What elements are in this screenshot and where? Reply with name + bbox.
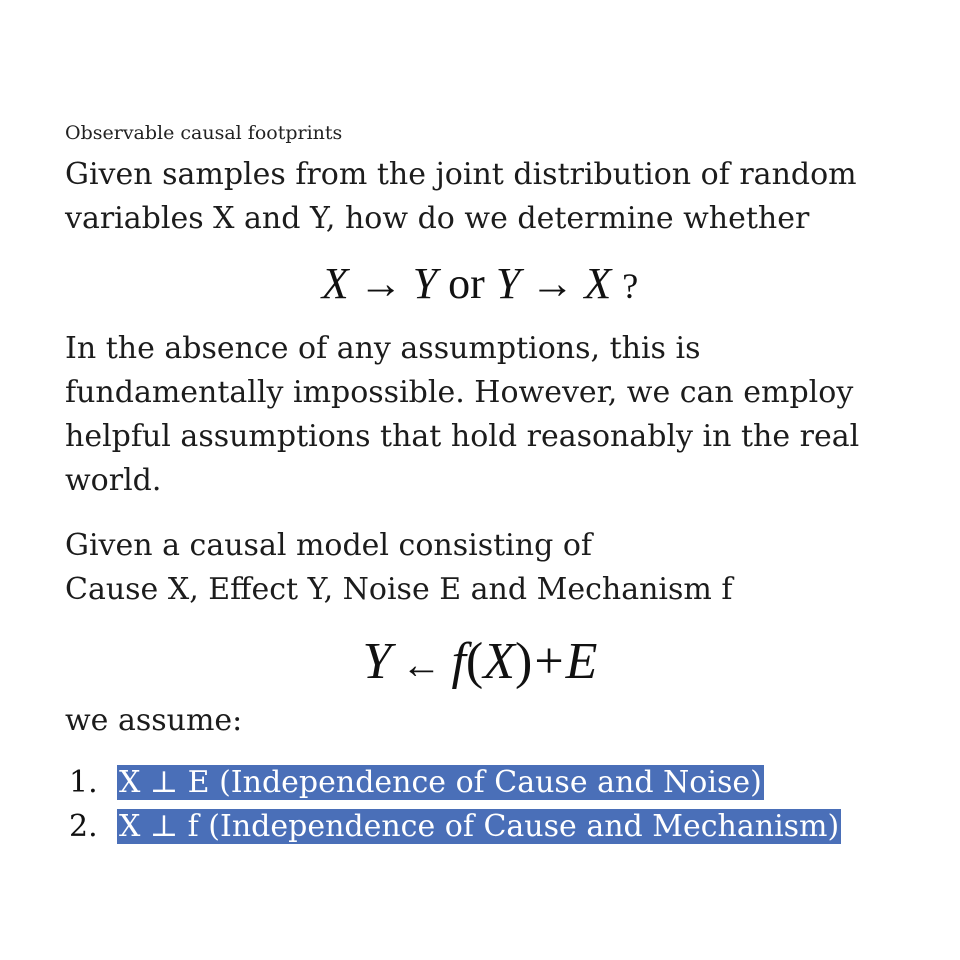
- assume-paragraph: we assume:: [65, 703, 243, 738]
- eq2-f: f: [451, 633, 466, 690]
- model-equation: Y ← f(X)+E: [65, 632, 895, 691]
- eq1-or: or: [448, 259, 485, 308]
- assumption-number: 1.: [69, 765, 98, 800]
- causal-model-paragraph: Given a causal model consisting of Cause…: [65, 524, 865, 612]
- eq2-y: Y: [362, 633, 392, 690]
- eq1-x2: X: [584, 259, 612, 308]
- eq2-x: X: [483, 633, 516, 690]
- causal-model-line-2: Cause X, Effect Y, Noise E and Mechanism…: [65, 572, 733, 607]
- eq1-y: Y: [412, 259, 438, 308]
- assumptions-list: 1. X ⊥ E (Independence of Cause and Noise…: [65, 761, 842, 849]
- eq1-question: ?: [622, 266, 639, 306]
- assumption-item: 2. X ⊥ f (Independence of Cause and Mecha…: [65, 805, 842, 849]
- causal-model-line-1: Given a causal model consisting of: [65, 528, 593, 563]
- eq2-arrow: ←: [401, 642, 442, 687]
- eq2-rparen: ): [515, 633, 533, 690]
- assumption-item: 1. X ⊥ E (Independence of Cause and Noise…: [65, 761, 841, 805]
- eq2-e: E: [565, 633, 598, 690]
- eq1-arrow2: →: [530, 259, 575, 308]
- eq2-plus: +: [534, 633, 564, 690]
- slide-subtitle: Observable causal footprints: [65, 122, 343, 144]
- direction-equation: X → Y or Y → X ?: [65, 258, 895, 309]
- eq1-arrow: →: [358, 259, 403, 308]
- assumption-text-highlighted[interactable]: X ⊥ f (Independence of Cause and Mechani…: [117, 809, 842, 844]
- eq2-lparen: (: [465, 633, 484, 690]
- intro-paragraph: Given samples from the joint distributio…: [65, 157, 857, 236]
- eq1-x: X: [321, 259, 349, 308]
- assumption-text-highlighted[interactable]: X ⊥ E (Independence of Cause and Noise): [117, 765, 764, 800]
- assumption-number: 2.: [69, 809, 98, 844]
- eq1-y2: Y: [495, 259, 521, 308]
- impossibility-paragraph: In the absence of any assumptions, this …: [65, 331, 860, 498]
